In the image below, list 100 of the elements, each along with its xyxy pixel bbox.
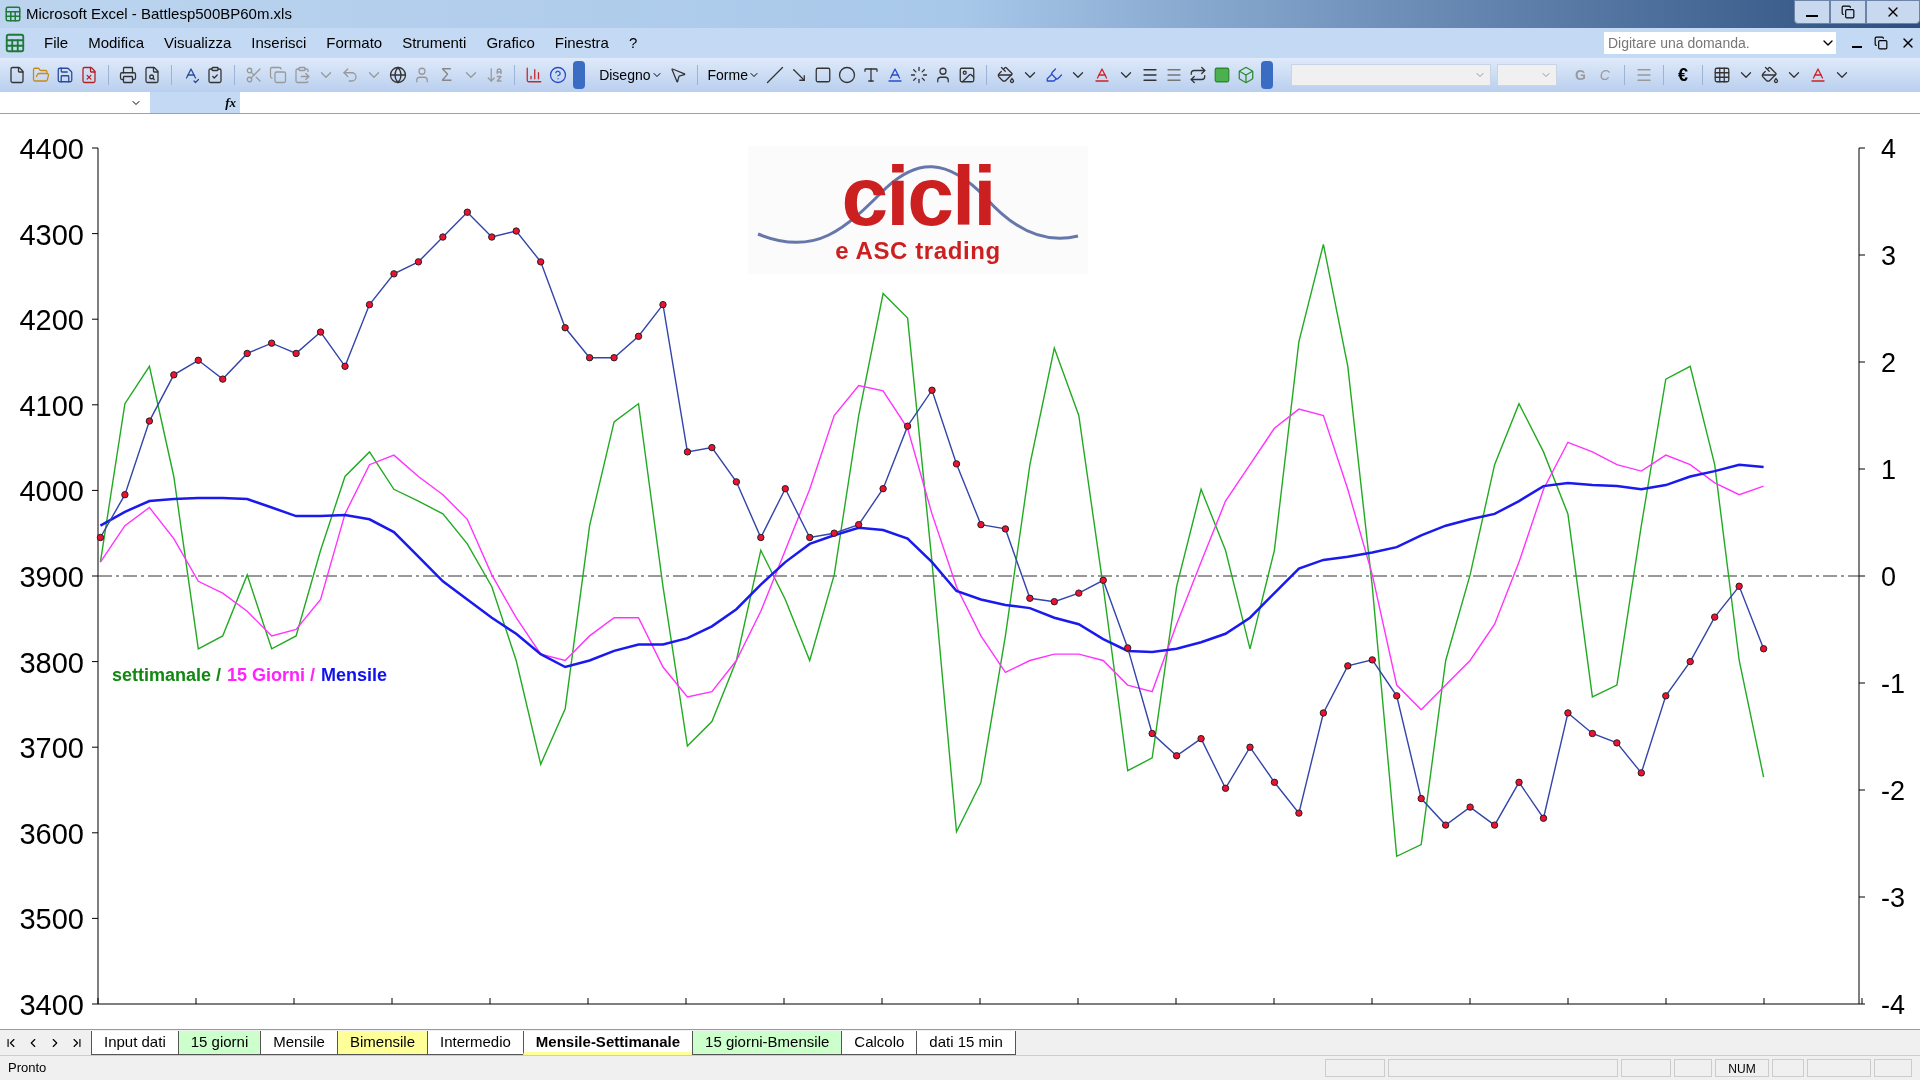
rectangle-icon[interactable] <box>813 66 832 84</box>
pointer-icon[interactable] <box>668 66 687 84</box>
menu-item[interactable]: Modifica <box>78 31 155 55</box>
data-point <box>1246 743 1254 751</box>
data-point <box>512 227 520 235</box>
file-delete-icon[interactable] <box>80 66 98 84</box>
line-icon[interactable] <box>765 66 784 84</box>
fill-color-icon[interactable] <box>996 66 1015 84</box>
legend-text: 15 Giorni / <box>227 664 316 687</box>
axis-label: -1 <box>1881 669 1905 699</box>
data-point <box>879 485 887 493</box>
data-point <box>1172 752 1181 760</box>
data-point <box>96 533 105 542</box>
sheet-tab[interactable]: Mensile-Settimanale <box>522 1031 694 1055</box>
ellipse-icon[interactable] <box>837 66 856 84</box>
status-panel <box>1674 1059 1712 1077</box>
restore-button[interactable] <box>1830 0 1866 24</box>
formula-input[interactable] <box>240 92 1920 113</box>
shapes-menu[interactable]: Forme <box>707 64 760 86</box>
print-preview-icon[interactable] <box>143 66 161 84</box>
axis-label: -3 <box>1881 883 1905 913</box>
printer-icon[interactable] <box>119 66 137 84</box>
toolbar-options-button[interactable] <box>1260 61 1273 89</box>
fill-color-icon[interactable] <box>1761 66 1779 84</box>
save-icon[interactable] <box>56 66 74 84</box>
data-point <box>952 460 961 468</box>
status-panel <box>1807 1059 1871 1077</box>
data-point <box>659 300 667 309</box>
minimize-button[interactable] <box>1794 0 1830 24</box>
arrow-style-icon[interactable] <box>1188 66 1207 84</box>
shadow-icon[interactable] <box>1212 66 1231 84</box>
axis-label: 3400 <box>19 989 84 1021</box>
line-style-icon[interactable] <box>1140 66 1159 84</box>
borders-icon[interactable] <box>1713 66 1731 84</box>
axis-label: 3500 <box>19 903 84 936</box>
drawing-menu[interactable]: Disegno <box>599 64 663 86</box>
menu-item[interactable]: ? <box>618 31 648 55</box>
data-point <box>194 356 202 364</box>
excel-icon <box>4 5 22 23</box>
sheet-tab[interactable]: Bimensile <box>336 1031 428 1055</box>
data-point <box>145 417 154 425</box>
data-point <box>854 520 863 529</box>
text-box-icon[interactable] <box>861 66 880 84</box>
menu-item[interactable]: Strumenti <box>392 31 477 55</box>
sheet-tab[interactable]: Mensile <box>260 1031 338 1055</box>
help-icon[interactable] <box>549 66 568 84</box>
menu-item[interactable]: Grafico <box>476 31 545 55</box>
axis-label: 4 <box>1881 134 1897 164</box>
data-point <box>1319 709 1328 717</box>
new-file-icon[interactable] <box>8 66 26 84</box>
menu-item[interactable]: Visualizza <box>154 31 242 55</box>
data-point <box>390 270 398 278</box>
data-point <box>1295 809 1303 817</box>
chart-icon[interactable] <box>525 66 544 84</box>
dash-style-icon[interactable] <box>1164 66 1183 84</box>
logo-subtitle: e ASC trading <box>835 238 1001 264</box>
data-point <box>781 485 789 493</box>
line-color-icon[interactable] <box>1044 66 1063 84</box>
sheet-tab[interactable]: Input dati <box>91 1031 179 1055</box>
sheet-tab[interactable]: 15 giorni-Bmensile <box>692 1031 843 1055</box>
axis-label: -2 <box>1881 776 1905 806</box>
num-lock-indicator: NUM <box>1715 1059 1769 1077</box>
3d-icon[interactable] <box>1236 66 1255 84</box>
axis-label: 3900 <box>19 561 84 593</box>
sheet-tab[interactable]: Intermedio <box>427 1031 524 1055</box>
data-point <box>1613 739 1621 747</box>
menu-item[interactable]: Formato <box>316 31 393 55</box>
toolbar-options-button[interactable] <box>573 61 586 89</box>
status-panel <box>1325 1059 1385 1077</box>
sheet-tab[interactable]: dati 15 min <box>916 1031 1016 1055</box>
sheet-tab[interactable]: 15 giorni <box>177 1031 262 1055</box>
data-point <box>757 533 765 542</box>
data-point <box>830 529 838 537</box>
menu-item[interactable]: Finestra <box>544 31 619 55</box>
data-point <box>1417 794 1425 803</box>
status-panel <box>1874 1059 1912 1077</box>
restore-icon[interactable] <box>1874 36 1888 50</box>
menu-item[interactable]: File <box>34 31 79 55</box>
data-point <box>1001 525 1010 533</box>
menu-item[interactable]: Inserisci <box>241 31 317 55</box>
data-point <box>610 354 618 362</box>
image-icon[interactable] <box>957 66 976 84</box>
data-point <box>463 208 471 216</box>
data-point <box>1662 692 1670 700</box>
axis-label: 0 <box>1881 562 1897 592</box>
data-point <box>1490 821 1499 829</box>
data-point <box>1368 656 1376 664</box>
minimize-icon <box>1806 15 1818 17</box>
data-point <box>488 233 496 241</box>
data-point <box>1539 814 1548 822</box>
data-point <box>806 533 814 542</box>
data-point <box>537 258 545 266</box>
data-point <box>1466 803 1474 811</box>
euro-button[interactable]: € <box>1674 61 1692 89</box>
axis-label: 3700 <box>19 732 84 765</box>
font-color-icon[interactable] <box>1809 66 1827 84</box>
legend-text: Mensile <box>321 664 388 687</box>
fx-label[interactable]: fx <box>225 92 236 113</box>
sheet-tab[interactable]: Calcolo <box>841 1031 918 1055</box>
data-point <box>977 520 985 529</box>
